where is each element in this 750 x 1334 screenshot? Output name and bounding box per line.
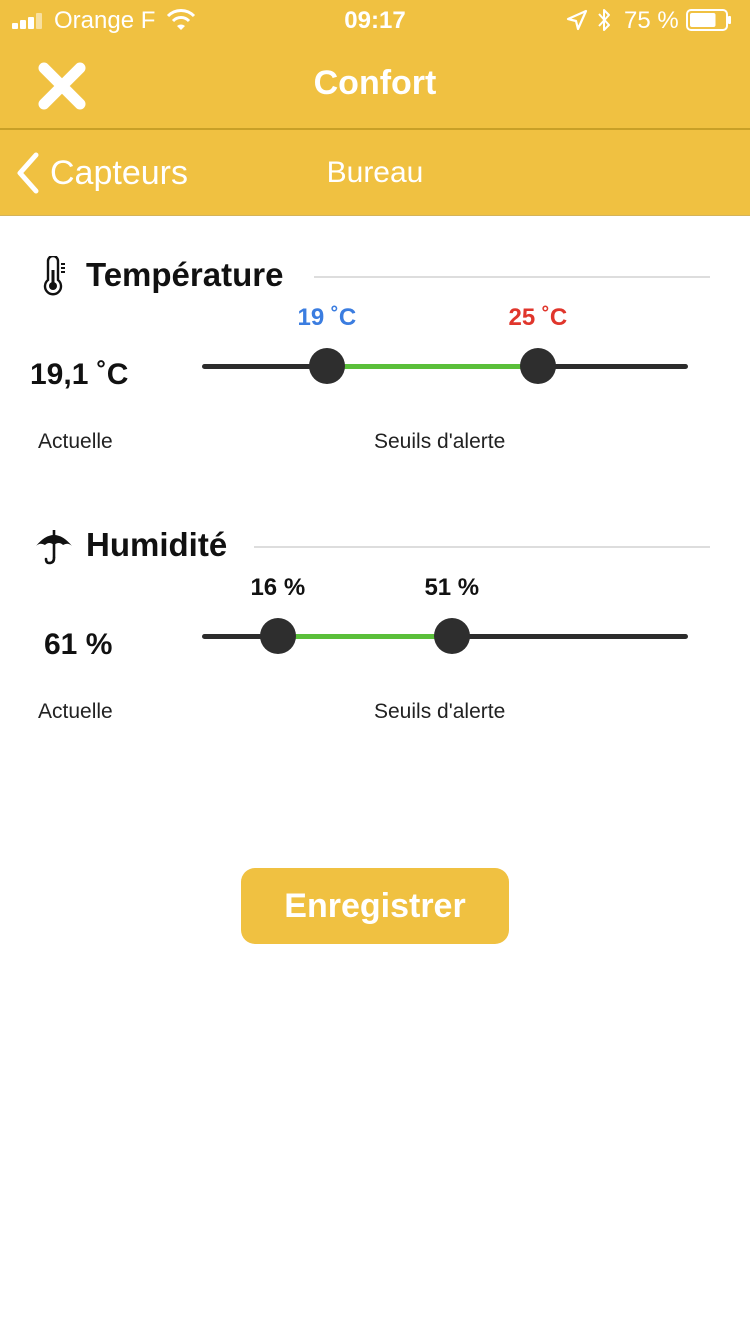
temperature-threshold-slider[interactable]: 19 ˚C 25 ˚C — [202, 304, 688, 384]
top-bar: Orange F 09:17 75 % Confort Capteurs Bur… — [0, 0, 750, 216]
current-caption: Actuelle — [38, 700, 113, 723]
section-rule — [254, 546, 710, 548]
max-threshold-handle[interactable] — [519, 348, 556, 384]
status-bar: Orange F 09:17 75 % — [0, 0, 750, 40]
max-threshold-label: 51 % — [424, 574, 480, 601]
min-threshold-label: 19 ˚C — [297, 304, 357, 331]
header-bottom-border — [0, 215, 750, 216]
save-button[interactable]: Enregistrer — [241, 868, 509, 944]
min-threshold-handle[interactable] — [259, 618, 296, 654]
thresholds-caption: Seuils d'alerte — [374, 430, 506, 453]
min-threshold-handle[interactable] — [308, 348, 345, 384]
max-threshold-label: 25 ˚C — [508, 304, 568, 331]
battery-icon — [686, 9, 731, 31]
battery-percent: 75 % — [624, 7, 679, 34]
room-title: Bureau — [326, 156, 424, 189]
current-caption: Actuelle — [38, 430, 113, 453]
max-threshold-handle[interactable] — [433, 618, 470, 654]
temperature-section: Température 19,1 ˚C 19 ˚C 25 ˚C Actuelle… — [0, 246, 750, 516]
thresholds-caption: Seuils d'alerte — [374, 700, 506, 723]
slider-range-fill — [277, 634, 452, 639]
thermometer-icon — [43, 256, 65, 296]
temperature-current-value: 19,1 ˚C — [30, 358, 129, 391]
temperature-title: Température — [86, 256, 284, 293]
temperature-header: Température — [0, 246, 750, 306]
humidity-threshold-slider[interactable]: 16 % 51 % — [202, 574, 688, 654]
min-threshold-label: 16 % — [250, 574, 306, 601]
page-title: Confort — [313, 64, 437, 102]
bluetooth-icon — [598, 9, 610, 31]
location-arrow-icon — [566, 9, 588, 31]
humidity-section: Humidité 61 % 16 % 51 % Actuelle Seuils … — [0, 516, 750, 786]
umbrella-icon — [36, 530, 72, 565]
section-rule — [314, 276, 710, 278]
sub-nav-bar: Capteurs Bureau — [0, 130, 750, 216]
comfort-settings-screen: Orange F 09:17 75 % Confort Capteurs Bur… — [0, 0, 750, 1334]
slider-range-fill — [326, 364, 538, 369]
humidity-current-value: 61 % — [44, 628, 113, 661]
humidity-header: Humidité — [0, 516, 750, 576]
humidity-title: Humidité — [86, 526, 228, 563]
nav-bar: Confort — [0, 40, 750, 128]
